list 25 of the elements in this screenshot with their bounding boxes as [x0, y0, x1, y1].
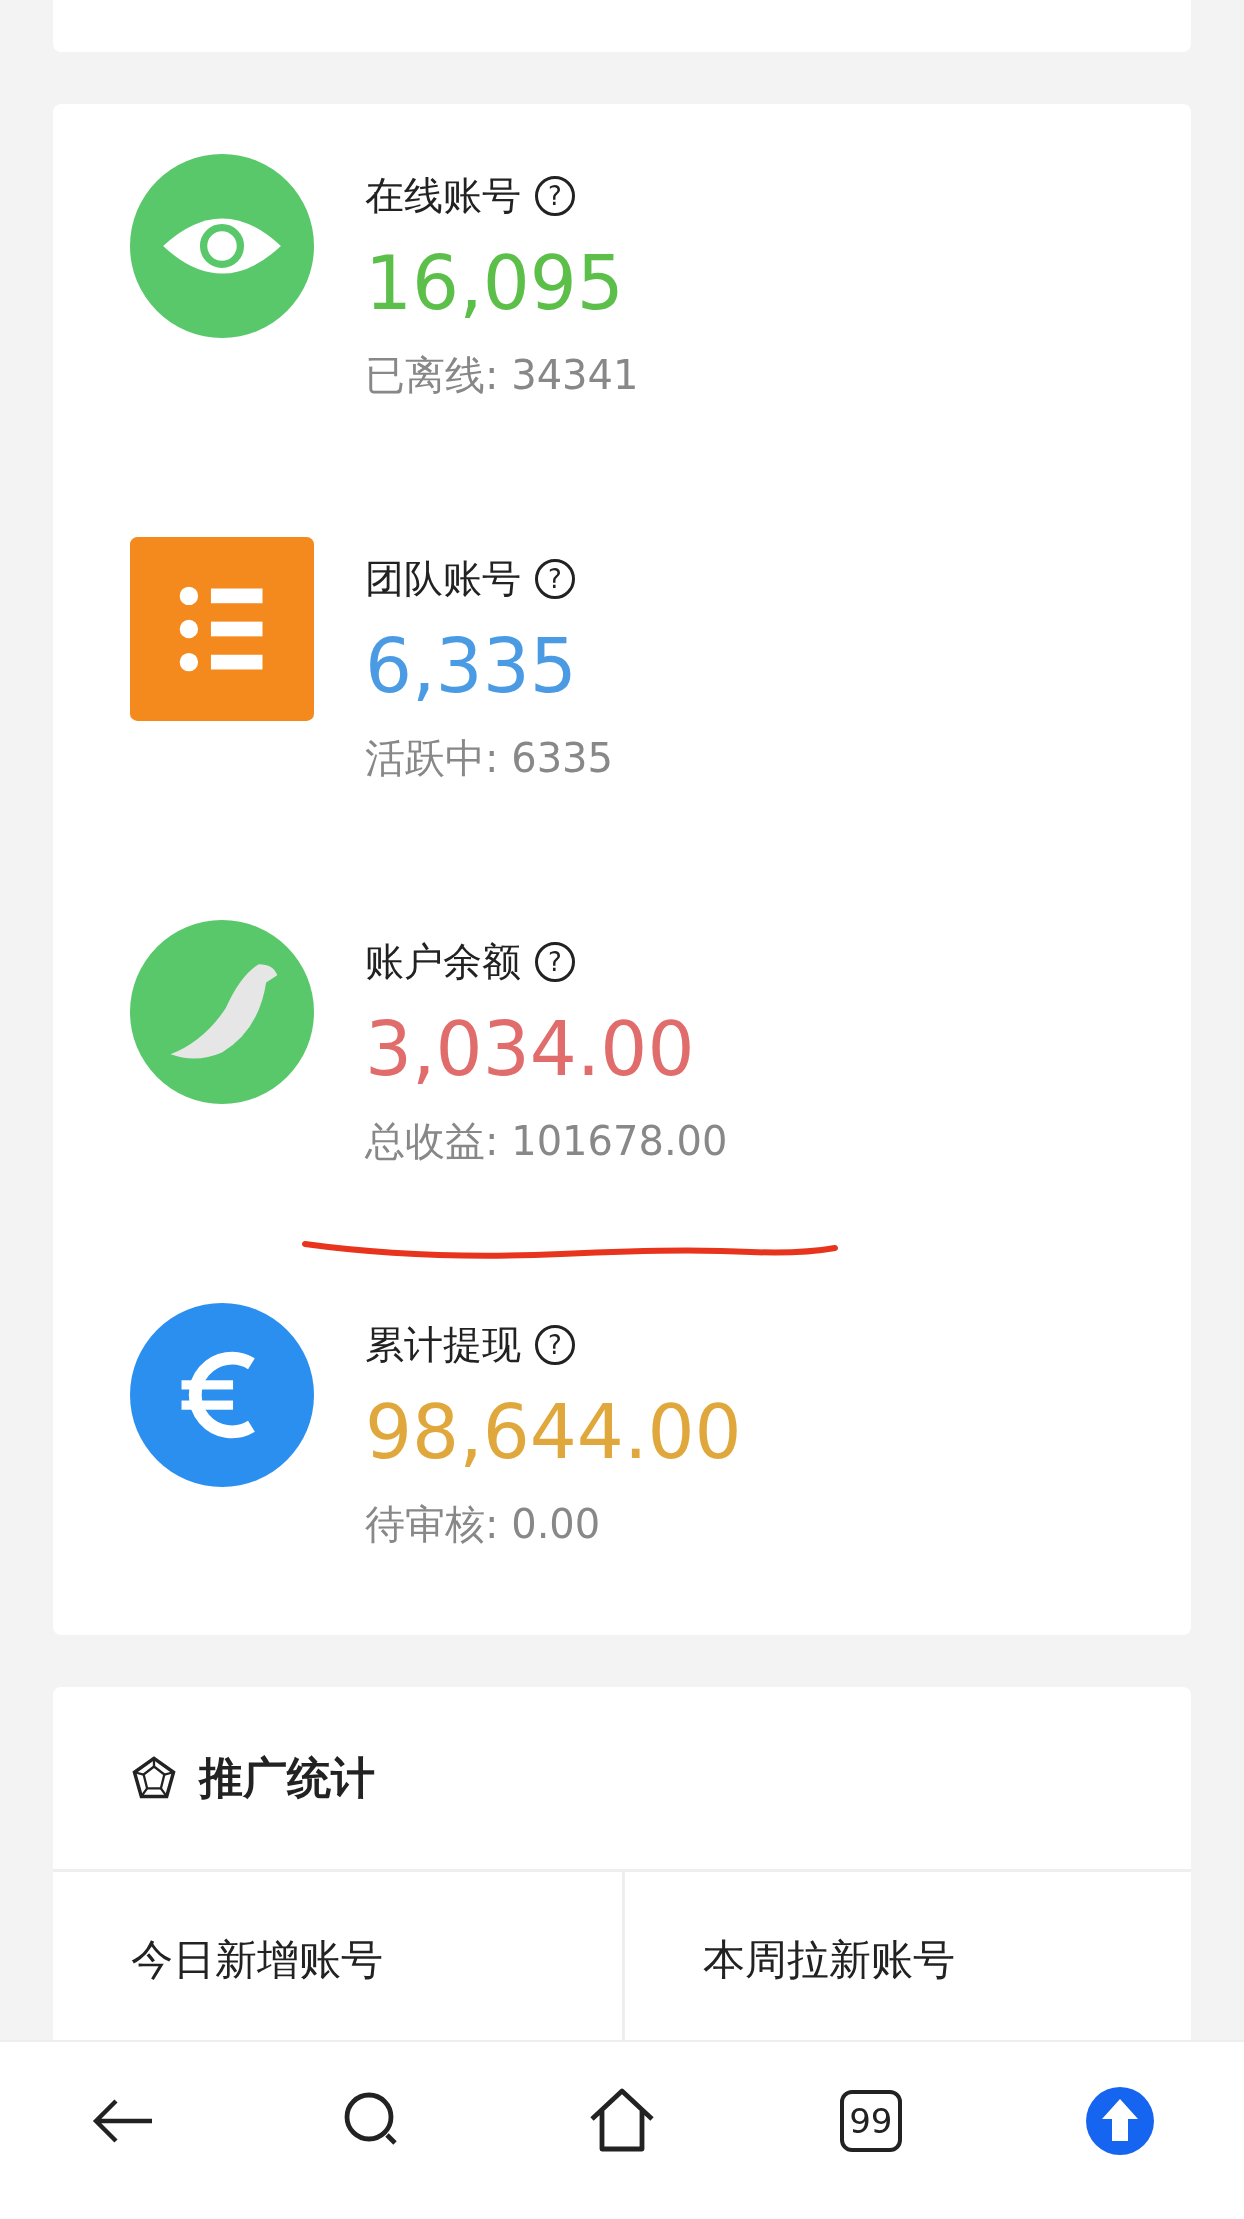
help-icon[interactable]: ?: [535, 559, 575, 599]
stat-subtext: 已离线: 34341: [365, 351, 639, 400]
stat-title: 在线账号: [365, 172, 521, 220]
stat-title: 账户余额: [365, 938, 521, 986]
section-title: 推广统计: [199, 1750, 375, 1805]
stat-subtext: 活跃中: 6335: [365, 734, 613, 783]
eye-icon: [129, 154, 314, 338]
help-icon[interactable]: ?: [535, 176, 575, 216]
stat-subtext: 总收益: 101678.00: [365, 1117, 728, 1166]
stat-value: 98,644.00: [365, 1388, 742, 1477]
stat-value: 6,335: [365, 622, 578, 711]
tabs-button[interactable]: 99: [839, 2089, 902, 2152]
bird-icon: [129, 920, 314, 1104]
list-icon: [129, 537, 314, 721]
stat-label: 今日新增账号: [131, 1935, 383, 1984]
stat-title: 累计提现: [365, 1321, 521, 1369]
help-icon[interactable]: ?: [535, 942, 575, 982]
stat-value: 3,034.00: [365, 1005, 696, 1094]
stat-subtext: 待审核: 0.00: [365, 1500, 602, 1549]
euro-icon: [129, 1303, 314, 1487]
stat-value: 16,095: [365, 239, 625, 328]
stat-label: 本周拉新账号: [703, 1935, 955, 1984]
stat-title: 团队账号: [365, 555, 521, 603]
pentagon-icon: [131, 1755, 177, 1801]
help-icon[interactable]: ?: [535, 1325, 575, 1365]
